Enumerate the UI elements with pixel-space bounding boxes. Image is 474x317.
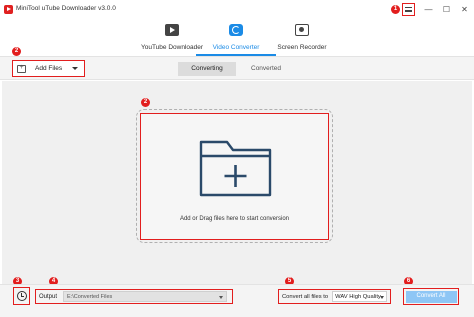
conversion-area: Add or Drag files here to start conversi… bbox=[2, 81, 472, 284]
add-folder-icon bbox=[199, 140, 272, 197]
close-button[interactable]: ✕ bbox=[458, 3, 471, 16]
add-file-icon bbox=[17, 64, 26, 73]
tab-label: Screen Recorder bbox=[277, 44, 327, 51]
convert-all-button[interactable]: Convert All bbox=[405, 290, 457, 303]
window-title: MiniTool uTube Downloader v3.0.0 bbox=[16, 5, 116, 12]
add-files-label: Add Files bbox=[35, 65, 63, 72]
hamburger-icon bbox=[405, 7, 412, 12]
output-path-value: E:\Converted Files bbox=[67, 294, 113, 300]
chevron-down-icon bbox=[380, 295, 385, 299]
annotation-badge-2: 2 bbox=[12, 47, 21, 56]
format-select[interactable]: WAV High Quality bbox=[332, 291, 388, 302]
history-button[interactable] bbox=[13, 287, 30, 305]
main-nav: YouTube Downloader Video Converter Scree… bbox=[0, 20, 474, 56]
tab-screen-recorder[interactable]: Screen Recorder bbox=[262, 22, 342, 56]
tab-converted[interactable]: Converted bbox=[237, 62, 295, 76]
chevron-down-icon[interactable] bbox=[72, 67, 79, 70]
annotation-badge-1: 1 bbox=[391, 5, 400, 14]
output-path-select[interactable]: E:\Converted Files bbox=[63, 291, 228, 302]
menu-button[interactable] bbox=[402, 3, 415, 16]
film-icon bbox=[165, 24, 179, 36]
title-bar: MiniTool uTube Downloader v3.0.0 — ☐ ✕ bbox=[0, 0, 474, 20]
annotation-badge-3: 2 bbox=[141, 98, 150, 107]
output-section: Output E:\Converted Files bbox=[35, 289, 233, 304]
chevron-down-icon bbox=[219, 295, 224, 299]
minimize-button[interactable]: — bbox=[422, 3, 435, 16]
convert-icon bbox=[229, 24, 243, 36]
drop-zone-hint: Add or Drag files here to start conversi… bbox=[179, 216, 290, 222]
toolbar: Add Files Converting Converted bbox=[0, 56, 474, 80]
app-logo-icon bbox=[4, 5, 13, 14]
maximize-button[interactable]: ☐ bbox=[440, 3, 453, 16]
clock-icon bbox=[16, 291, 27, 301]
record-icon bbox=[295, 24, 309, 36]
convert-all-highlight: Convert All bbox=[403, 288, 459, 305]
drop-zone[interactable]: Add or Drag files here to start conversi… bbox=[140, 113, 329, 240]
tab-converting[interactable]: Converting bbox=[178, 62, 236, 76]
format-value: WAV High Quality bbox=[335, 294, 381, 300]
output-label: Output bbox=[39, 293, 58, 300]
convert-to-label: Convert all files to bbox=[282, 293, 329, 300]
convert-format-section: Convert all files to WAV High Quality bbox=[278, 289, 391, 304]
add-files-button[interactable]: Add Files bbox=[12, 60, 85, 77]
bottom-bar: Output E:\Converted Files Convert all fi… bbox=[0, 284, 474, 317]
